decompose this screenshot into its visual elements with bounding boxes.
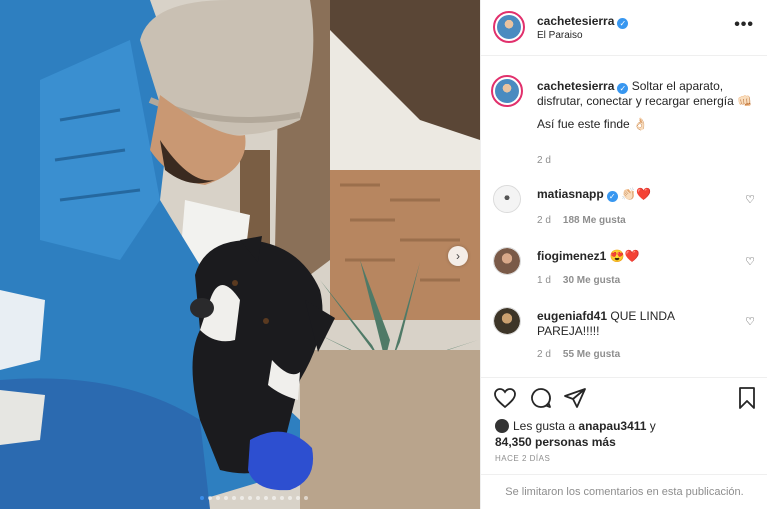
carousel-dot [288, 496, 292, 500]
carousel-dot [272, 496, 276, 500]
liker-username[interactable]: anapau3411 [578, 419, 646, 433]
comment-likes[interactable]: 188 Me gusta [563, 215, 626, 226]
carousel-next-button[interactable]: › [448, 246, 468, 266]
post-actions: Les gusta a anapau3411 y 84,350 personas… [481, 377, 767, 509]
comment-text: 👏🏻❤️ [621, 187, 651, 201]
carousel-dot [224, 496, 228, 500]
comments-limited-notice: Se limitaron los comentarios en esta pub… [481, 474, 767, 509]
photo-scene [0, 0, 480, 509]
commenter-username[interactable]: eugeniafd41 [537, 309, 607, 323]
commenter-avatar[interactable] [493, 247, 521, 275]
commenter-username[interactable]: fiogimenez1 [537, 249, 606, 263]
comment-body: fiogimenez1 😍❤️ [537, 249, 737, 264]
comment-time[interactable]: 2 d [537, 349, 551, 360]
carousel-dot [296, 496, 300, 500]
comment-meta: 2 d 55 Me gusta [537, 349, 620, 360]
carousel-dot [256, 496, 260, 500]
author-username[interactable]: cachetesierra [537, 14, 614, 28]
post-time-ago[interactable]: HACE 2 DÍAS [495, 454, 550, 463]
verified-badge-icon: ✓ [617, 18, 629, 29]
comment-time[interactable]: 1 d [537, 275, 551, 286]
likes-suffix: y [649, 419, 656, 433]
comment-like-heart-icon[interactable]: ♡ [745, 315, 755, 328]
carousel-dot [232, 496, 236, 500]
post-photo[interactable]: › [0, 0, 480, 509]
comment-meta: 1 d 30 Me gusta [537, 275, 620, 286]
like-heart-icon[interactable] [493, 386, 517, 410]
comment-text: 😍❤️ [609, 249, 640, 263]
carousel-dot [264, 496, 268, 500]
comment-like-heart-icon[interactable]: ♡ [745, 193, 755, 206]
caption-text: cachetesierra ✓ Soltar el aparato, disfru… [537, 79, 761, 132]
commenter-avatar[interactable] [493, 307, 521, 335]
comment-item: fiogimenez1 😍❤️ 1 d 30 Me gusta ♡ [491, 247, 761, 291]
comment-body: matiasnapp ✓ 👏🏻❤️ [537, 187, 737, 202]
caption-avatar[interactable] [491, 75, 523, 107]
carousel-dot [208, 496, 212, 500]
comment-meta: 2 d 188 Me gusta [537, 215, 626, 226]
likes-summary: Les gusta a anapau3411 y 84,350 personas… [495, 418, 755, 450]
carousel-dots [200, 496, 308, 500]
post-side-panel: cachetesierra ✓ El Paraiso ••• cachetesie… [480, 0, 767, 509]
commenter-avatar[interactable] [493, 185, 521, 213]
post-location[interactable]: El Paraiso [537, 30, 583, 41]
caption-username[interactable]: cachetesierra [537, 79, 614, 93]
commenter-username[interactable]: matiasnapp [537, 187, 604, 201]
carousel-dot [304, 496, 308, 500]
comment-likes[interactable]: 55 Me gusta [563, 349, 620, 360]
caption-time[interactable]: 2 d [537, 155, 551, 166]
comment-item: eugeniafd41 QUE LINDA PAREJA!!!!! 2 d 55 … [491, 307, 761, 367]
carousel-dot [240, 496, 244, 500]
comment-item: matiasnapp ✓ 👏🏻❤️ 2 d 188 Me gusta ♡ [491, 185, 761, 229]
verified-badge-icon: ✓ [606, 191, 618, 202]
comment-like-heart-icon[interactable]: ♡ [745, 255, 755, 268]
liker-avatar [495, 419, 509, 433]
comment-bubble-icon[interactable] [529, 386, 553, 410]
verified-badge-icon: ✓ [617, 83, 629, 94]
comment-time[interactable]: 2 d [537, 215, 551, 226]
likes-prefix: Les gusta a [513, 419, 576, 433]
share-send-icon[interactable] [563, 386, 587, 410]
post-header: cachetesierra ✓ El Paraiso ••• [481, 0, 767, 56]
likes-count[interactable]: 84,350 personas más [495, 435, 616, 449]
more-options-icon[interactable]: ••• [734, 16, 754, 34]
comment-likes[interactable]: 30 Me gusta [563, 275, 620, 286]
carousel-dot [200, 496, 204, 500]
author-name-row: cachetesierra ✓ [537, 12, 629, 30]
carousel-dot [248, 496, 252, 500]
carousel-dot [280, 496, 284, 500]
carousel-dot [216, 496, 220, 500]
save-bookmark-icon[interactable] [735, 386, 759, 410]
comments-list[interactable]: cachetesierra ✓ Soltar el aparato, disfru… [481, 57, 767, 377]
author-avatar[interactable] [493, 11, 525, 43]
comment-body: eugeniafd41 QUE LINDA PAREJA!!!!! [537, 309, 737, 339]
caption-line-2: Así fue este finde 👌🏻 [537, 117, 648, 131]
